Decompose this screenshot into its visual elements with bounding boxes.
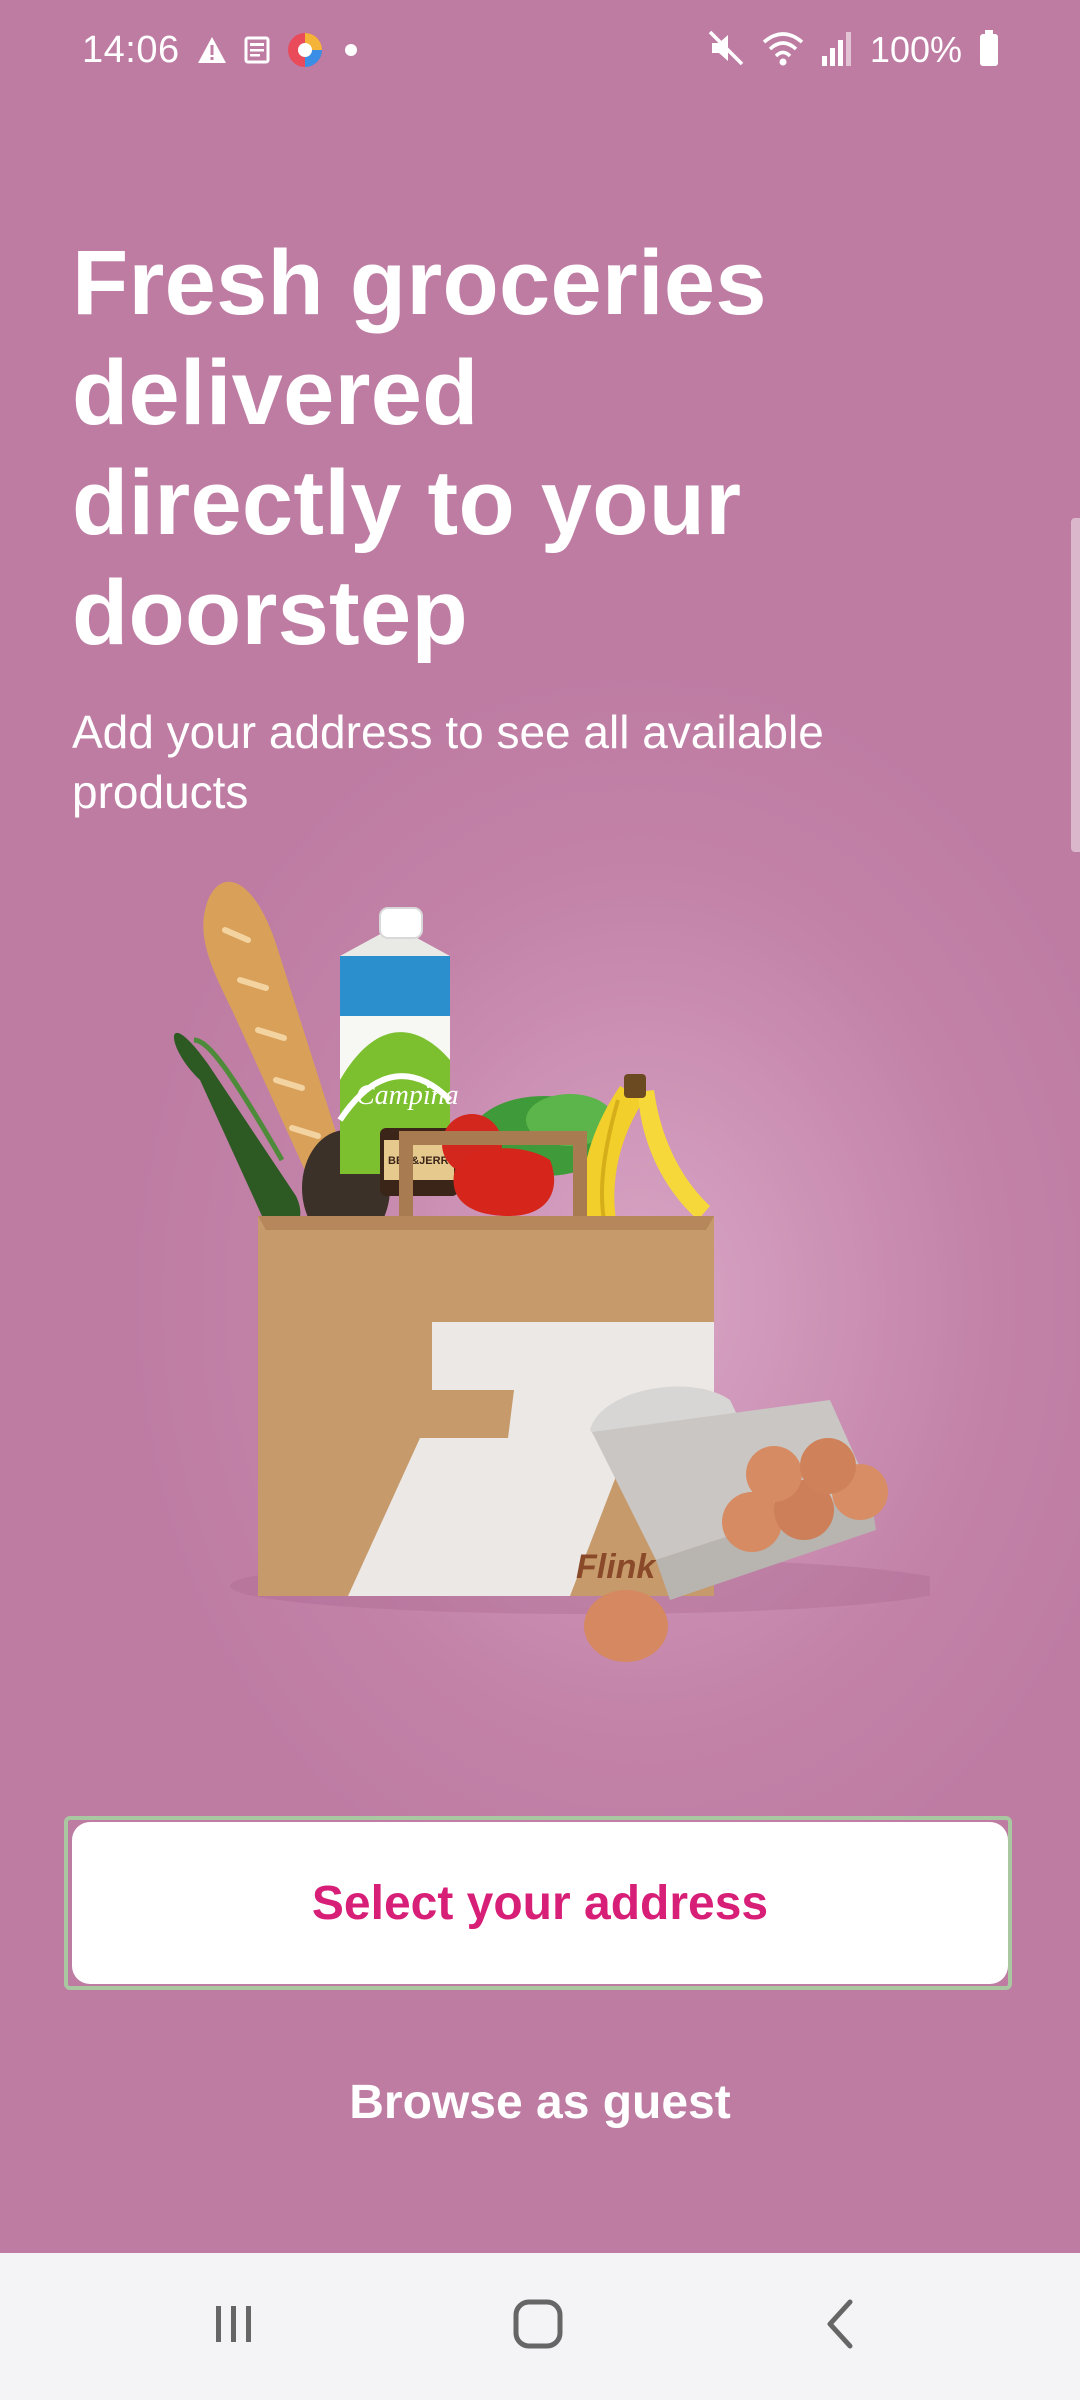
dot-icon [338,37,364,68]
home-button[interactable] [438,2253,638,2400]
page-title: Fresh groceries delivered directly to yo… [72,228,972,668]
recent-apps-icon [210,2300,258,2353]
back-button[interactable] [740,2253,940,2400]
milk-brand-text: Campina [356,1080,459,1111]
banana-image [582,1074,710,1221]
headline-line-2: delivered [72,342,479,444]
app-color-icon [286,31,324,74]
status-time: 14:06 [82,29,180,71]
headline-line-3: directly to your [72,452,742,554]
headline-line-1: Fresh groceries [72,232,767,334]
bag-brand-text: Flink [576,1548,657,1586]
onboarding-screen: 14:06 100% Fresh groceries delivered dir… [0,0,1080,2253]
alert-icon [196,35,228,70]
red-pepper-image [453,1148,555,1216]
page-subtitle: Add your address to see all available pr… [72,706,824,818]
egg-image [584,1590,668,1662]
grocery-bag-illustration: Campina BEN&JERRY'S Flink [170,870,950,1680]
recent-apps-button[interactable] [134,2253,334,2400]
news-icon [242,35,272,70]
wifi-icon [762,28,804,73]
status-bar: 14:06 100% [0,0,1080,100]
home-icon [512,2298,564,2355]
back-icon [820,2298,860,2355]
scroll-indicator [1071,518,1080,852]
select-address-button[interactable]: Select your address [72,1822,1008,1984]
mute-icon [706,28,746,73]
status-notification-icons [196,30,364,74]
signal-icon [820,28,854,73]
battery-percent: 100% [869,29,962,70]
system-nav-bar [0,2253,1080,2400]
battery-icon [978,28,1000,73]
status-system-icons: 100% [706,26,1000,74]
headline-line-4: doorstep [72,562,468,664]
browse-as-guest-button[interactable]: Browse as guest [240,2060,840,2144]
